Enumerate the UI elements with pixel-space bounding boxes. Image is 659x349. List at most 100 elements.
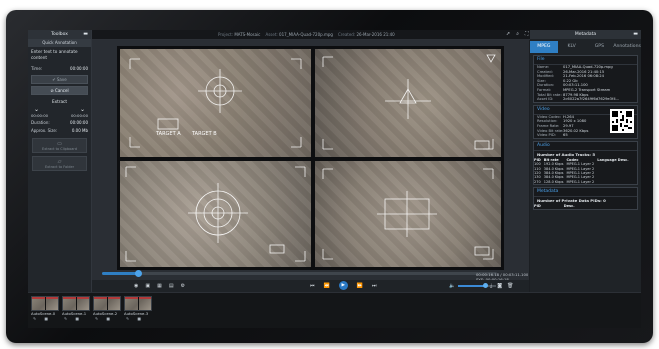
targeting-overlay-1: TARGET A TARGET B — [129, 58, 302, 148]
settings-icon[interactable]: ⚙ — [181, 283, 185, 289]
time-label: Time: — [31, 66, 43, 71]
scene-thumbnail[interactable]: AutoScene-1 ✎ ■ — [62, 296, 90, 328]
volume-level — [458, 285, 485, 287]
private-col-desc: Desc. — [563, 204, 575, 209]
annotation-input[interactable]: Enter text to annotate content — [28, 47, 91, 65]
seek-handle[interactable] — [134, 270, 142, 277]
cancel-button[interactable]: ⊘ Cancel — [31, 86, 88, 95]
scene-thumbnail-strip: AutoScene-0 ✎ ■ AutoScene-1 ✎ ■ AutoScene-2 ✎ ■ A… — [28, 292, 641, 328]
thumbnail-image[interactable] — [124, 296, 152, 311]
target-a-label: TARGET A — [155, 131, 181, 137]
qr-code-icon — [610, 108, 634, 133]
table-cell — [597, 180, 631, 184]
video-frame[interactable]: TARGET A TARGET B — [117, 46, 504, 270]
project-label: Project: — [218, 32, 234, 37]
audio-table: PID Bit rate Codec Language Desc. 100 192… — [534, 158, 632, 184]
property-value: 2c6022a7f2649f6d7629e3f4... — [563, 97, 620, 102]
scene-thumbnail[interactable]: AutoScene-2 ✎ ■ — [93, 296, 121, 328]
mark-in-icon[interactable]: ⌄ — [34, 106, 39, 113]
targeting-overlay-2 — [322, 54, 496, 150]
video-quadrant-1[interactable]: TARGET A TARGET B — [120, 49, 311, 157]
thumbnail-image[interactable] — [93, 296, 121, 311]
edit-icon[interactable]: ✎ — [33, 316, 36, 321]
size-row: Approx. Size: 0.00 Mb — [28, 127, 91, 135]
save-button[interactable]: ✔ Save — [31, 75, 88, 84]
private-data-table: PID Desc. — [534, 204, 578, 208]
view-tools: ◉ ▣ ▦ ▤ ⚙ — [134, 283, 185, 289]
mark-out-icon[interactable]: ⌄ — [80, 106, 85, 113]
extract-to-folder-button[interactable]: ▱ Extract to Folder — [32, 156, 87, 171]
delete-icon[interactable]: 🗑 — [507, 283, 513, 289]
transport-controls: ⏮ ⏪ ▶ ⏩ ⏭ — [310, 281, 377, 290]
collapse-icon[interactable]: ▬ — [633, 30, 638, 39]
delete-icon[interactable]: ■ — [106, 316, 110, 321]
duration-value: 00:00:00 — [70, 120, 88, 125]
private-data-section: Metadata Number of Private Data PIDs: 0 … — [533, 187, 638, 210]
thumbnail-actions: ✎ ■ — [31, 316, 59, 321]
grid-icon[interactable]: ▦ — [157, 283, 162, 289]
eye-icon[interactable]: ◉ — [134, 283, 138, 289]
time-value: 00:00:00 — [70, 66, 88, 71]
property-key: Asset ID: — [537, 97, 554, 102]
video-quadrant-3[interactable] — [120, 161, 311, 267]
video-quadrant-4[interactable] — [315, 161, 501, 267]
duration-row: Duration: 00:00:00 — [28, 119, 91, 127]
zoom-icon[interactable]: ⌕ — [516, 30, 519, 39]
asset-value: 017_MIAA-Quad-720p.mpg — [279, 32, 333, 37]
edit-icon[interactable]: ✎ — [64, 316, 67, 321]
tab-mpeg[interactable]: MPEG — [530, 41, 558, 53]
mark-controls: ⌄ ⌄ — [28, 106, 91, 113]
rewind-icon[interactable]: ⏪ — [324, 283, 330, 289]
scene-thumbnail[interactable]: AutoScene-0 ✎ ■ — [31, 296, 59, 328]
thumbnail-image[interactable] — [62, 296, 90, 311]
skip-back-icon[interactable]: ⏮ — [310, 283, 315, 289]
asset-info: Project: MATS-Mosaic Asset: 017_MIAA-Qua… — [218, 30, 395, 39]
edit-icon[interactable]: ✎ — [95, 316, 98, 321]
thumbnail-image[interactable] — [31, 296, 59, 311]
metadata-tabs: MPEG KLV GPS Annotations — [530, 41, 641, 53]
camera-icon[interactable]: ◙ — [497, 283, 502, 289]
play-button[interactable]: ▶ — [338, 281, 348, 290]
edit-icon[interactable]: ✎ — [126, 316, 129, 321]
file-section-title: File — [534, 56, 637, 65]
extract-clipboard-label: Extract to Clipboard — [42, 147, 77, 151]
private-data-title: Metadata — [534, 188, 637, 198]
private-data-count: Number of Private Data PIDs: 0 — [537, 198, 606, 204]
application-screen: Project: MATS-Mosaic Asset: 017_MIAA-Qua… — [28, 30, 641, 328]
snapshot-icon[interactable]: ▣ — [145, 283, 150, 289]
collapse-icon[interactable]: ▬ — [83, 30, 88, 39]
delete-icon[interactable]: ■ — [44, 316, 48, 321]
extract-to-clipboard-button[interactable]: ▭ Extract to Clipboard — [32, 138, 87, 153]
skip-forward-icon[interactable]: ⏭ — [372, 283, 377, 289]
scene-thumbnail[interactable]: AutoScene-3 ✎ ■ — [124, 296, 152, 328]
property-row: Video PID: 65 — [534, 133, 637, 138]
download-icon[interactable]: ⤓ — [490, 283, 492, 289]
tab-klv[interactable]: KLV — [558, 41, 586, 53]
fullscreen-icon[interactable]: ⛶ — [525, 30, 529, 39]
tab-gps[interactable]: GPS — [586, 41, 614, 53]
targeting-overlay-3 — [125, 166, 306, 262]
delete-icon[interactable]: ■ — [137, 316, 141, 321]
time-row: Time: 00:00:00 — [28, 65, 91, 73]
toolbox-title: Toolbox — [51, 32, 68, 37]
film-icon[interactable]: ▤ — [169, 283, 174, 289]
volume-icon[interactable]: 🔈 — [449, 283, 455, 289]
seek-bar[interactable] — [102, 270, 497, 277]
size-value: 0.00 Mb — [71, 128, 88, 133]
title-bar-tools: ➚ ⌕ ⛶ — [506, 30, 529, 39]
thumbnail-actions: ✎ ■ — [62, 316, 90, 321]
quick-annotation-tab[interactable]: Quick Annotation — [28, 39, 91, 47]
audio-section: Audio Number of Audio Tracks: 5 PID Bit … — [533, 140, 638, 186]
volume-handle[interactable] — [482, 283, 488, 288]
fast-forward-icon[interactable]: ⏩ — [357, 283, 363, 289]
file-section: File Name: 017_MIAA-Quad-720p.mpg Created:… — [533, 55, 638, 103]
audio-col-language: Language Desc. — [597, 157, 629, 162]
video-viewer: TARGET A TARGET B 00:00:16.18 / 00:03:11… — [92, 40, 529, 292]
table-cell: 192.0 Kbps — [543, 162, 564, 167]
delete-icon[interactable]: ■ — [75, 316, 79, 321]
targeting-overlay-4 — [322, 168, 494, 260]
share-icon[interactable]: ➚ — [506, 30, 510, 39]
export-tools: ⤓ ◙ 🗑 — [490, 283, 513, 289]
video-quadrant-2[interactable] — [315, 49, 501, 157]
tab-annotations[interactable]: Annotations — [613, 41, 641, 53]
